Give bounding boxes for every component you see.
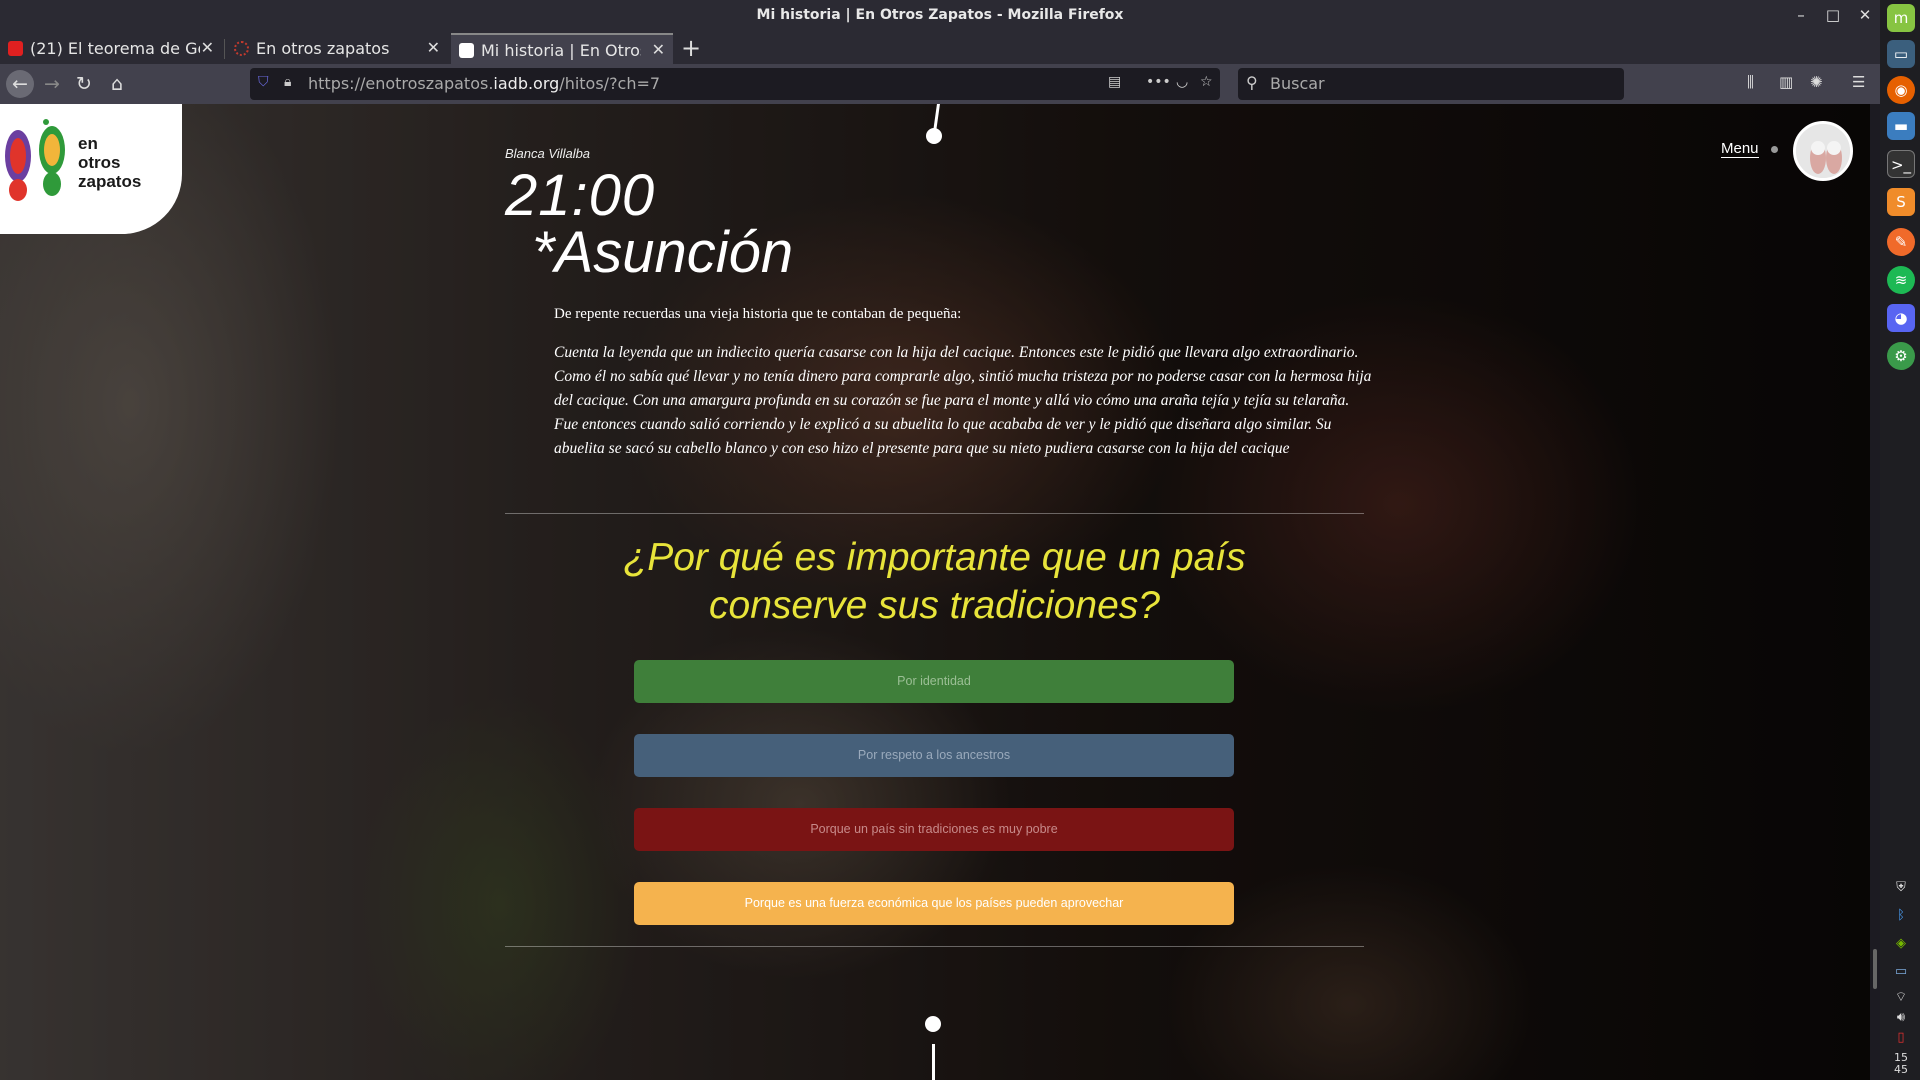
search-bar[interactable]: ⚲ Buscar (1238, 68, 1624, 100)
question-heading: ¿Por qué es importante que un país conse… (623, 536, 1246, 627)
desktop-dock: m ▭ ◉ ▬ >_ S ✎ ≋ ◕ ⚙ ⛨ ᛒ ◈ ▭ ⌔ 🔊︎ ▯ 15 4… (1880, 0, 1920, 1080)
hamburger-menu-icon[interactable]: ☰ (1852, 73, 1865, 91)
divider (505, 946, 1364, 947)
story-author: Blanca Villalba (505, 146, 591, 161)
url-text[interactable]: https://enotroszapatos.iadb.org/hitos/?c… (308, 74, 660, 93)
tab-mi-historia[interactable]: Mi historia | En Otros Zapatos ✕ (451, 33, 673, 64)
tab-strip: (21) El teorema de Gödel ✕ En otros zapa… (0, 31, 1880, 64)
close-tab-icon[interactable]: ✕ (201, 38, 214, 57)
wifi-icon[interactable]: ⌔ (1891, 988, 1911, 1008)
maximize-button[interactable]: □ (1822, 5, 1844, 25)
menu-link[interactable]: Menu (1721, 140, 1759, 158)
window-title: Mi historia | En Otros Zapatos - Mozilla… (756, 7, 1124, 23)
reader-view-icon[interactable]: ▤ (1108, 74, 1121, 90)
bookmark-star-icon[interactable]: ☆ (1200, 74, 1213, 90)
tab-label: En otros zapatos (256, 39, 390, 58)
nvidia-icon[interactable]: ◈ (1891, 934, 1911, 954)
timeline-dot (925, 1016, 941, 1032)
new-tab-button[interactable]: + (681, 34, 701, 62)
site-favicon-icon (234, 41, 249, 56)
editor-icon[interactable]: ✎ (1887, 228, 1915, 256)
story-legend: Cuenta la leyenda que un indiecito querí… (554, 344, 1372, 457)
timeline-dot (926, 128, 942, 144)
navigation-bar: ← → ↻ ⌂ ⛉ 🔒︎ https://enotroszapatos.iadb… (0, 64, 1880, 104)
search-icon: ⚲ (1246, 73, 1258, 92)
extension-icon[interactable]: ✺ (1810, 73, 1823, 91)
window-titlebar: Mi historia | En Otros Zapatos - Mozilla… (0, 0, 1880, 31)
close-window-button[interactable]: ✕ (1854, 5, 1876, 25)
youtube-icon (8, 41, 23, 56)
forward-button[interactable]: → (38, 70, 66, 98)
logo-text: en otros zapatos (78, 134, 142, 191)
mint-menu-icon[interactable]: m (1887, 4, 1915, 32)
tab-en-otros-zapatos[interactable]: En otros zapatos ✕ (226, 33, 448, 64)
terminal-icon[interactable]: >_ (1887, 150, 1915, 178)
close-tab-icon[interactable]: ✕ (652, 40, 665, 59)
lock-icon[interactable]: 🔒︎ (284, 74, 291, 90)
scrollbar-thumb[interactable] (1873, 949, 1877, 989)
settings-gear-icon[interactable]: ⚙ (1887, 342, 1915, 370)
tab-separator (224, 39, 225, 59)
option-button[interactable]: Por respeto a los ancestros (634, 734, 1234, 777)
tab-youtube[interactable]: (21) El teorema de Gödel ✕ (0, 33, 222, 64)
minimize-button[interactable]: – (1790, 5, 1812, 25)
page-actions-icon[interactable]: ••• (1146, 74, 1171, 90)
bluetooth-icon[interactable]: ᛒ (1891, 906, 1911, 926)
pocket-icon[interactable]: ◡ (1176, 74, 1188, 90)
show-desktop-icon[interactable]: ▭ (1887, 40, 1915, 68)
files-icon[interactable]: ▬ (1887, 112, 1915, 140)
search-placeholder: Buscar (1270, 74, 1325, 93)
option-button[interactable]: Por identidad (634, 660, 1234, 703)
battery-icon[interactable]: ▯ (1891, 1028, 1911, 1048)
site-logo[interactable]: en otros zapatos (0, 104, 182, 234)
timeline-line (932, 1044, 935, 1080)
shield-icon[interactable]: ⛉ (258, 74, 269, 90)
site-favicon-icon (459, 43, 474, 58)
option-button[interactable]: Porque un país sin tradiciones es muy po… (634, 808, 1234, 851)
tab-label: Mi historia | En Otros Zapatos (481, 41, 641, 60)
page-scrollbar[interactable] (1870, 104, 1880, 1080)
home-button[interactable]: ⌂ (103, 70, 131, 98)
user-avatar[interactable] (1793, 121, 1853, 181)
option-button[interactable]: Porque es una fuerza económica que los p… (634, 882, 1234, 925)
divider (505, 513, 1364, 514)
library-icon[interactable]: ⫼ (1747, 73, 1754, 91)
menu-dot (1771, 146, 1778, 153)
story-place: *Asunción (532, 220, 794, 285)
discord-icon[interactable]: ◕ (1887, 304, 1915, 332)
clock[interactable]: 15 45 (1886, 1052, 1916, 1076)
reload-button[interactable]: ↻ (70, 70, 98, 98)
tab-label: (21) El teorema de Gödel (30, 39, 200, 58)
workspace-icon[interactable]: ▭ (1891, 962, 1911, 982)
firefox-icon[interactable]: ◉ (1887, 76, 1915, 104)
sublime-text-icon[interactable]: S (1887, 188, 1915, 216)
url-bar[interactable]: ⛉ 🔒︎ https://enotroszapatos.iadb.org/hit… (250, 68, 1220, 100)
security-shield-icon[interactable]: ⛨ (1891, 878, 1911, 898)
close-tab-icon[interactable]: ✕ (427, 38, 440, 57)
volume-icon[interactable]: 🔊︎ (1891, 1008, 1911, 1028)
back-button[interactable]: ← (6, 70, 34, 98)
sidebar-icon[interactable]: ▥ (1779, 73, 1793, 91)
page-viewport: en otros zapatos Menu Blanca Villalba 21… (0, 104, 1870, 1080)
story-intro: De repente recuerdas una vieja historia … (554, 306, 962, 322)
spotify-icon[interactable]: ≋ (1887, 266, 1915, 294)
footprints-icon (5, 119, 65, 201)
